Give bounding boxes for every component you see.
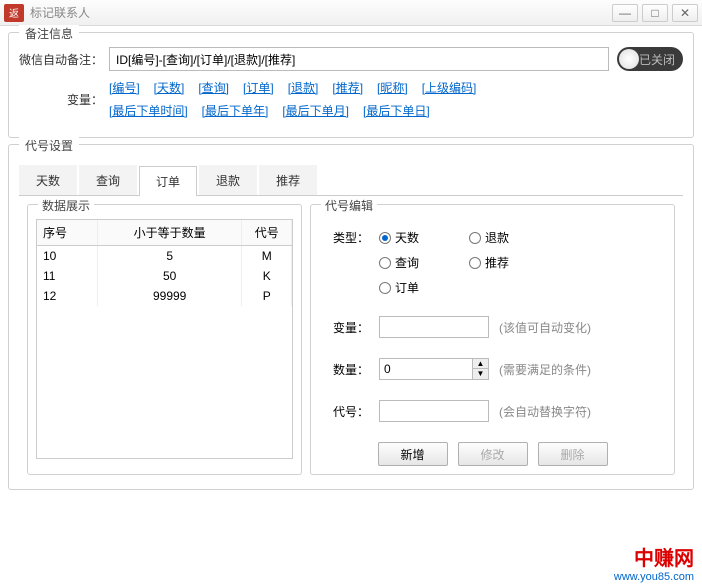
spinner-up-icon[interactable]: ▲ xyxy=(472,359,488,369)
tab-days[interactable]: 天数 xyxy=(19,165,77,195)
data-display-title: 数据展示 xyxy=(38,197,94,214)
var-link[interactable]: [订单] xyxy=(243,79,274,96)
data-table[interactable]: 序号 小于等于数量 代号 105M1150K1299999P xyxy=(36,219,293,459)
tab-query[interactable]: 查询 xyxy=(79,165,137,195)
var-link[interactable]: [编号] xyxy=(109,79,140,96)
col-seq[interactable]: 序号 xyxy=(37,220,97,246)
maximize-button[interactable]: □ xyxy=(642,4,668,22)
watermark: 中赚网 www.you85.com xyxy=(614,542,694,583)
variable-field-label: 变量： xyxy=(319,319,379,336)
variable-field[interactable] xyxy=(379,316,489,338)
type-label: 类型： xyxy=(319,229,379,246)
table-row[interactable]: 1150K xyxy=(37,266,292,286)
code-hint: (会自动替换字符) xyxy=(499,403,591,420)
radio-icon xyxy=(379,282,391,294)
remark-group-title: 备注信息 xyxy=(19,25,79,42)
var-link[interactable]: [最后下单时间] xyxy=(109,102,188,119)
spinner-down-icon[interactable]: ▼ xyxy=(472,369,488,379)
var-link[interactable]: [退款] xyxy=(288,79,319,96)
variable-links-row2: [最后下单时间] [最后下单年] [最后下单月] [最后下单日] xyxy=(109,102,683,119)
code-edit-title: 代号编辑 xyxy=(321,197,377,214)
code-field-label: 代号： xyxy=(319,403,379,420)
quantity-hint: (需要满足的条件) xyxy=(499,361,591,378)
delete-button[interactable]: 删除 xyxy=(538,442,608,466)
type-radio-group: 天数退款查询推荐订单 xyxy=(379,229,559,296)
add-button[interactable]: 新增 xyxy=(378,442,448,466)
code-field[interactable] xyxy=(379,400,489,422)
var-link[interactable]: [昵称] xyxy=(377,79,408,96)
var-link[interactable]: [最后下单月] xyxy=(282,102,349,119)
type-radio-订单[interactable]: 订单 xyxy=(379,279,453,296)
auto-remark-toggle[interactable]: 已关闭 xyxy=(617,47,683,71)
tab-recommend[interactable]: 推荐 xyxy=(259,165,317,195)
watermark-text: 中赚网 xyxy=(614,542,694,571)
radio-icon xyxy=(469,232,481,244)
radio-icon xyxy=(379,232,391,244)
watermark-url: www.you85.com xyxy=(614,571,694,583)
var-link[interactable]: [推荐] xyxy=(332,79,363,96)
auto-remark-label: 微信自动备注： xyxy=(19,51,109,68)
type-radio-查询[interactable]: 查询 xyxy=(379,254,453,271)
radio-icon xyxy=(379,257,391,269)
var-link[interactable]: [上级编码] xyxy=(422,79,477,96)
type-radio-退款[interactable]: 退款 xyxy=(469,229,543,246)
var-link[interactable]: [最后下单日] xyxy=(363,102,430,119)
tab-refund[interactable]: 退款 xyxy=(199,165,257,195)
var-link[interactable]: [最后下单年] xyxy=(202,102,269,119)
table-row[interactable]: 105M xyxy=(37,246,292,267)
back-button[interactable]: 返 xyxy=(4,4,24,22)
var-link[interactable]: [查询] xyxy=(198,79,229,96)
col-code[interactable]: 代号 xyxy=(242,220,292,246)
auto-remark-input[interactable] xyxy=(109,47,609,71)
edit-button[interactable]: 修改 xyxy=(458,442,528,466)
titlebar: 返 标记联系人 — □ ✕ xyxy=(0,0,702,26)
radio-icon xyxy=(469,257,481,269)
code-edit-panel: 代号编辑 类型： 天数退款查询推荐订单 变量： (该值可自动变化) 数量： ▲ … xyxy=(310,204,675,475)
type-radio-天数[interactable]: 天数 xyxy=(379,229,453,246)
minimize-button[interactable]: — xyxy=(612,4,638,22)
toggle-label: 已关闭 xyxy=(639,51,675,68)
variables-label: 变量： xyxy=(19,91,109,108)
variable-links-row1: [编号] [天数] [查询] [订单] [退款] [推荐] [昵称] [上级编码… xyxy=(109,79,683,96)
tab-order[interactable]: 订单 xyxy=(139,166,197,196)
code-group-title: 代号设置 xyxy=(19,137,79,154)
table-row[interactable]: 1299999P xyxy=(37,286,292,306)
col-qty[interactable]: 小于等于数量 xyxy=(97,220,242,246)
quantity-label: 数量： xyxy=(319,361,379,378)
window-title: 标记联系人 xyxy=(30,4,612,21)
code-group: 代号设置 天数 查询 订单 退款 推荐 数据展示 序号 小于等于数量 代号 10… xyxy=(8,144,694,490)
data-display-panel: 数据展示 序号 小于等于数量 代号 105M1150K1299999P xyxy=(27,204,302,475)
type-radio-推荐[interactable]: 推荐 xyxy=(469,254,543,271)
remark-group: 备注信息 微信自动备注： 已关闭 变量： [编号] [天数] [查询] [订单]… xyxy=(8,32,694,138)
close-button[interactable]: ✕ xyxy=(672,4,698,22)
variable-hint: (该值可自动变化) xyxy=(499,319,591,336)
code-tabs: 天数 查询 订单 退款 推荐 xyxy=(19,165,683,196)
var-link[interactable]: [天数] xyxy=(154,79,185,96)
